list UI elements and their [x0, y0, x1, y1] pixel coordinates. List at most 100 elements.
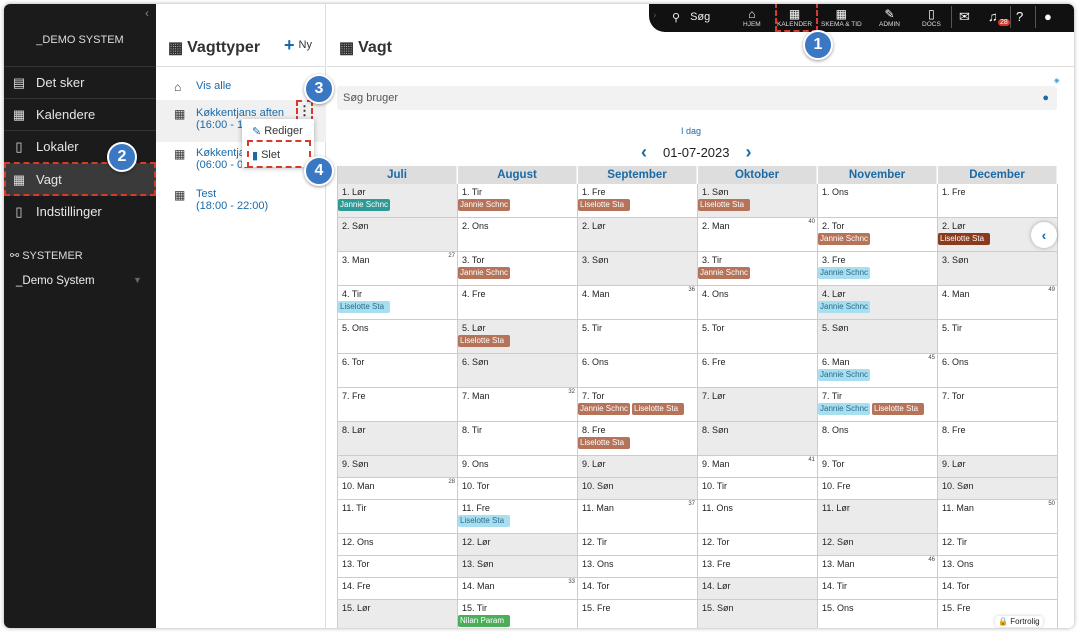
day-cell[interactable]: 9. Ons — [458, 456, 578, 478]
shift-tag[interactable]: Liselotte Sta — [338, 301, 390, 313]
day-cell[interactable]: 1. Tir Jannie Schnc — [458, 184, 578, 218]
day-cell[interactable]: 7. Man 32 — [458, 388, 578, 422]
nav-schedule[interactable]: ▦ SKEMA & TID — [821, 7, 862, 28]
shift-tag[interactable]: Jannie Schnc — [818, 403, 870, 415]
day-cell[interactable]: 11. Ons — [698, 500, 818, 534]
day-cell[interactable]: 3. Søn — [578, 252, 698, 286]
day-cell[interactable]: 12. Ons — [338, 534, 458, 556]
shift-tag[interactable]: Liselotte Sta — [632, 403, 684, 415]
day-cell[interactable]: 12. Tir — [938, 534, 1058, 556]
day-cell[interactable]: 7. Fre — [338, 388, 458, 422]
user-avatar-icon[interactable]: ● — [1044, 9, 1052, 24]
day-cell[interactable]: 5. Tor — [698, 320, 818, 354]
shift-tag[interactable]: Jannie Schnc — [818, 267, 870, 279]
shift-tag[interactable]: Jannie Schnc — [818, 233, 870, 245]
help-icon[interactable]: ? — [1016, 9, 1023, 24]
sidebar-item-det-sker[interactable]: ▤ Det sker — [4, 66, 156, 98]
shift-item[interactable]: ▦ Test (18:00 - 22:00) — [156, 188, 326, 212]
day-cell[interactable]: 9. Man 41 — [698, 456, 818, 478]
day-cell[interactable]: 6. Tor — [338, 354, 458, 388]
day-cell[interactable]: 3. Tor Jannie Schnc — [458, 252, 578, 286]
day-cell[interactable]: 10. Fre — [818, 478, 938, 500]
shift-tag[interactable]: Liselotte Sta — [458, 335, 510, 347]
day-cell[interactable]: 2. Man 40 — [698, 218, 818, 252]
day-cell[interactable]: 2. Søn — [338, 218, 458, 252]
day-cell[interactable]: 5. Lør Liselotte Sta — [458, 320, 578, 354]
day-cell[interactable]: 2. Ons — [458, 218, 578, 252]
new-button[interactable]: + Ny — [284, 36, 312, 54]
day-cell[interactable]: 5. Ons — [338, 320, 458, 354]
day-cell[interactable]: 6. Man 45 Jannie Schnc — [818, 354, 938, 388]
shift-tag[interactable]: Liselotte Sta — [872, 403, 924, 415]
day-cell[interactable]: 15. Ons — [818, 600, 938, 628]
day-cell[interactable]: 1. Fre — [938, 184, 1058, 218]
shift-tag[interactable]: Nilan Param — [458, 615, 510, 627]
day-cell[interactable]: 10. Tir — [698, 478, 818, 500]
day-cell[interactable]: 13. Ons — [938, 556, 1058, 578]
day-cell[interactable]: 13. Tor — [338, 556, 458, 578]
shift-tag[interactable]: Jannie Schnc — [338, 199, 390, 211]
shift-tag[interactable]: Liselotte Sta — [578, 199, 630, 211]
day-cell[interactable]: 10. Søn — [938, 478, 1058, 500]
day-cell[interactable]: 14. Tor — [938, 578, 1058, 600]
day-cell[interactable]: 2. Tor Jannie Schnc — [818, 218, 938, 252]
day-cell[interactable]: 14. Man 33 — [458, 578, 578, 600]
shift-tag[interactable]: Jannie Schnc — [578, 403, 630, 415]
day-cell[interactable]: 8. Lør — [338, 422, 458, 456]
search-button[interactable]: ⚲ Søg — [672, 11, 710, 24]
day-cell[interactable]: 11. Lør — [818, 500, 938, 534]
dropdown-arrow-icon[interactable]: ▼ — [133, 275, 142, 285]
day-cell[interactable]: 6. Ons — [938, 354, 1058, 388]
shift-tag[interactable]: Jannie Schnc — [818, 301, 870, 313]
day-cell[interactable]: 5. Tir — [938, 320, 1058, 354]
day-cell[interactable]: 9. Lør — [938, 456, 1058, 478]
day-cell[interactable]: 8. Tir — [458, 422, 578, 456]
day-cell[interactable]: 6. Søn — [458, 354, 578, 388]
shift-tag[interactable]: Liselotte Sta — [458, 515, 510, 527]
day-cell[interactable]: 8. Ons — [818, 422, 938, 456]
today-link[interactable]: I dag — [681, 126, 701, 136]
day-cell[interactable]: 15. Lør — [338, 600, 458, 628]
day-cell[interactable]: 7. Tor Jannie Schnc Liselotte Sta — [578, 388, 698, 422]
day-cell[interactable]: 9. Lør — [578, 456, 698, 478]
day-cell[interactable]: 12. Tir — [578, 534, 698, 556]
chevron-left-icon[interactable]: ‹ — [1031, 222, 1057, 248]
day-cell[interactable]: 3. Man 27 — [338, 252, 458, 286]
day-cell[interactable]: 15. Tir Nilan Param — [458, 600, 578, 628]
day-cell[interactable]: 10. Tor — [458, 478, 578, 500]
day-cell[interactable]: 6. Fre — [698, 354, 818, 388]
chevron-right-icon[interactable]: › — [746, 142, 752, 163]
day-cell[interactable]: 8. Søn — [698, 422, 818, 456]
nav-docs[interactable]: ▯ DOCS — [922, 7, 941, 28]
day-cell[interactable]: 5. Søn — [818, 320, 938, 354]
day-cell[interactable]: 3. Søn — [938, 252, 1058, 286]
day-cell[interactable]: 5. Tir — [578, 320, 698, 354]
day-cell[interactable]: 11. Fre Liselotte Sta — [458, 500, 578, 534]
day-cell[interactable]: 11. Man 37 — [578, 500, 698, 534]
day-cell[interactable]: 9. Søn — [338, 456, 458, 478]
day-cell[interactable]: 13. Ons — [578, 556, 698, 578]
day-cell[interactable]: 8. Fre — [938, 422, 1058, 456]
shift-tag[interactable]: Jannie Schnc — [458, 199, 510, 211]
day-cell[interactable]: 14. Tor — [578, 578, 698, 600]
day-cell[interactable]: 1. Ons — [818, 184, 938, 218]
day-cell[interactable]: 7. Tir Jannie Schnc Liselotte Sta — [818, 388, 938, 422]
day-cell[interactable]: 4. Fre — [458, 286, 578, 320]
day-cell[interactable]: 8. Fre Liselotte Sta — [578, 422, 698, 456]
day-cell[interactable]: 13. Fre — [698, 556, 818, 578]
day-cell[interactable]: 10. Søn — [578, 478, 698, 500]
day-cell[interactable]: 4. Lør Jannie Schnc — [818, 286, 938, 320]
shift-tag[interactable]: Liselotte Sta — [578, 437, 630, 449]
mail-icon[interactable]: ✉ — [959, 9, 970, 25]
day-cell[interactable]: 12. Lør — [458, 534, 578, 556]
day-cell[interactable]: 6. Ons — [578, 354, 698, 388]
day-cell[interactable]: 4. Ons — [698, 286, 818, 320]
day-cell[interactable]: 11. Tir — [338, 500, 458, 534]
collapse-sidebar-icon[interactable]: ‹ — [145, 6, 149, 20]
day-cell[interactable]: 13. Man 46 — [818, 556, 938, 578]
nav-admin[interactable]: ✎ ADMIN — [879, 7, 900, 28]
shift-tag[interactable]: Liselotte Sta — [938, 233, 990, 245]
system-selector[interactable]: _Demo System — [16, 275, 95, 287]
day-cell[interactable]: 3. Fre Jannie Schnc — [818, 252, 938, 286]
nav-home[interactable]: ⌂ HJEM — [743, 7, 761, 28]
